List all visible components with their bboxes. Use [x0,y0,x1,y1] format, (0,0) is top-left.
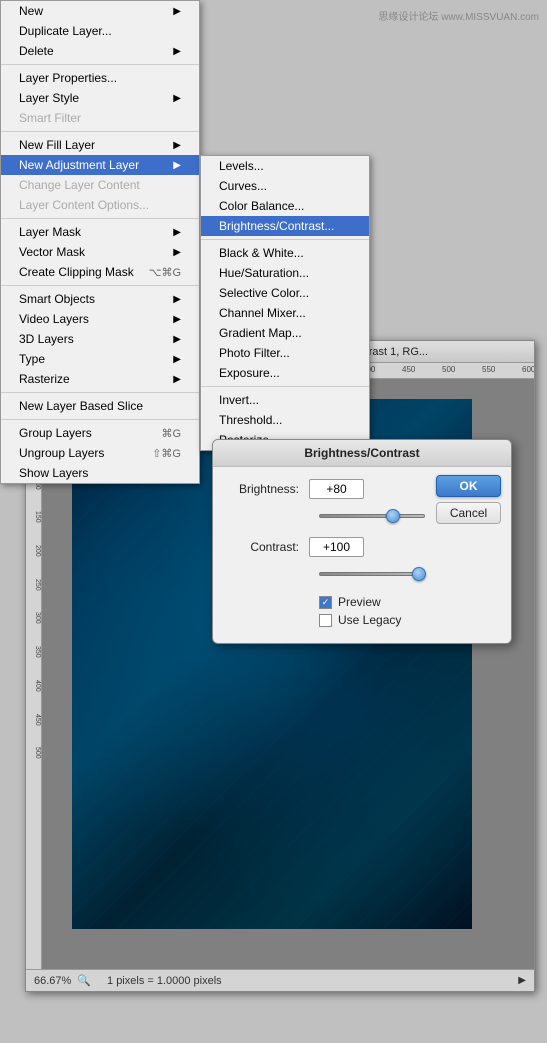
menu-item-layer-mask[interactable]: Layer Mask ▶ [1,222,199,242]
submenu-divider-1 [201,239,369,240]
submenu-brightness-contrast[interactable]: Brightness/Contrast... [201,216,369,236]
divider-3 [1,218,199,219]
submenu-channel-mixer[interactable]: Channel Mixer... [201,303,369,323]
bc-dialog: Brightness/Contrast Brightness: +80 [212,439,512,644]
menu-item-new[interactable]: New ▶ [1,1,199,21]
cancel-button[interactable]: Cancel [436,502,501,524]
ps-statusbar: 66.67% 🔍 1 pixels = 1.0000 pixels ▶ [26,969,534,991]
arrow-icon-4: ▶ [173,140,181,151]
arrow-icon-7: ▶ [173,247,181,258]
menu-item-new-fill[interactable]: New Fill Layer ▶ [1,135,199,155]
submenu-invert[interactable]: Invert... [201,390,369,410]
menu-item-duplicate[interactable]: Duplicate Layer... [1,21,199,41]
bc-checks: ✓ Preview Use Legacy [319,595,495,627]
contrast-label: Contrast: [229,540,309,554]
menu-item-smart-filter: Smart Filter [1,108,199,128]
arrow-icon-9: ▶ [173,314,181,325]
arrow-icon-3: ▶ [173,93,181,104]
contrast-track [319,572,425,576]
menu-item-new-adjustment[interactable]: New Adjustment Layer ▶ Levels... Curves.… [1,155,199,175]
pixel-info: 1 pixels = 1.0000 pixels [107,975,222,987]
menu-item-3d-layers[interactable]: 3D Layers ▶ [1,329,199,349]
menu-item-rasterize[interactable]: Rasterize ▶ [1,369,199,389]
menu-item-new-slice[interactable]: New Layer Based Slice [1,396,199,416]
use-legacy-checkbox[interactable] [319,614,332,627]
preview-row: ✓ Preview [319,595,495,609]
submenu-adjustment: Levels... Curves... Color Balance... Bri… [200,155,370,451]
preview-checkbox[interactable]: ✓ [319,596,332,609]
brightness-value[interactable]: +80 [309,479,364,499]
arrow-icon-8: ▶ [173,294,181,305]
submenu-threshold[interactable]: Threshold... [201,410,369,430]
submenu-photo-filter[interactable]: Photo Filter... [201,343,369,363]
submenu-selective-color[interactable]: Selective Color... [201,283,369,303]
submenu-gradient-map[interactable]: Gradient Map... [201,323,369,343]
contrast-slider[interactable] [319,567,425,581]
menu-item-delete[interactable]: Delete ▶ [1,41,199,61]
arrow-icon-6: ▶ [173,227,181,238]
menu-item-layer-style[interactable]: Layer Style ▶ [1,88,199,108]
divider-4 [1,285,199,286]
contrast-thumb[interactable] [412,567,426,581]
arrow-icon-5: ▶ [173,160,181,171]
submenu-divider-2 [201,386,369,387]
preview-label: Preview [338,595,381,609]
contrast-value[interactable]: +100 [309,537,364,557]
arrow-icon-11: ▶ [173,354,181,365]
contrast-slider-row [229,567,495,581]
use-legacy-label: Use Legacy [338,613,401,627]
submenu-black-white[interactable]: Black & White... [201,243,369,263]
submenu-exposure[interactable]: Exposure... [201,363,369,383]
bc-buttons: OK Cancel [436,475,501,524]
menu-item-clipping-mask[interactable]: Create Clipping Mask ⌥⌘G [1,262,199,282]
menu-item-type[interactable]: Type ▶ [1,349,199,369]
divider-6 [1,419,199,420]
context-menu: New ▶ Duplicate Layer... Delete ▶ Layer … [0,0,200,484]
divider-1 [1,64,199,65]
brightness-label: Brightness: [229,482,309,496]
watermark: 思缘设计论坛 www.MISSVUAN.com [378,8,539,23]
arrow-icon-2: ▶ [173,46,181,57]
arrow-icon-10: ▶ [173,334,181,345]
menu-item-group-layers[interactable]: Group Layers ⌘G [1,423,199,443]
menu-item-layer-properties[interactable]: Layer Properties... [1,68,199,88]
contrast-row: Contrast: +100 [229,537,495,557]
menu-item-content-options: Layer Content Options... [1,195,199,215]
submenu-color-balance[interactable]: Color Balance... [201,196,369,216]
zoom-icon[interactable]: 🔍 [77,974,91,987]
ok-button[interactable]: OK [436,475,501,497]
divider-2 [1,131,199,132]
arrow-icon-12: ▶ [173,374,181,385]
arrow-icon: ▶ [173,6,181,17]
submenu-hue-saturation[interactable]: Hue/Saturation... [201,263,369,283]
status-arrow-icon[interactable]: ▶ [518,975,526,986]
bc-dialog-title: Brightness/Contrast [213,440,511,467]
zoom-level: 66.67% [34,975,71,987]
menu-item-show-layers[interactable]: Show Layers [1,463,199,483]
menu-item-smart-objects[interactable]: Smart Objects ▶ [1,289,199,309]
brightness-slider[interactable] [319,509,425,523]
submenu-levels[interactable]: Levels... [201,156,369,176]
brightness-thumb[interactable] [386,509,400,523]
menu-item-change-content: Change Layer Content [1,175,199,195]
menu-item-ungroup-layers[interactable]: Ungroup Layers ⇧⌘G [1,443,199,463]
use-legacy-row: Use Legacy [319,613,495,627]
brightness-track [319,514,425,518]
submenu-curves[interactable]: Curves... [201,176,369,196]
menu-item-video-layers[interactable]: Video Layers ▶ [1,309,199,329]
ruler-vertical: 0 50 100 150 200 250 300 350 400 450 500 [26,418,42,969]
divider-5 [1,392,199,393]
menu-item-vector-mask[interactable]: Vector Mask ▶ [1,242,199,262]
